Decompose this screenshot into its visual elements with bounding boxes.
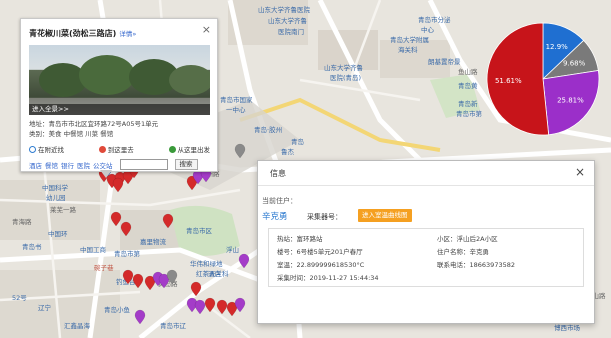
pie-slice-label: 51.61%: [495, 77, 522, 85]
map-marker-icon[interactable]: [132, 273, 144, 289]
close-icon[interactable]: ×: [575, 165, 585, 179]
route-from-label: 从这里出发: [177, 146, 211, 154]
map-marker-icon[interactable]: [238, 253, 250, 269]
link-restaurant[interactable]: 餐馆: [45, 160, 58, 170]
map-marker-icon[interactable]: [166, 269, 178, 285]
pie-slice-label: 25.81%: [557, 96, 584, 104]
map-marker-icon[interactable]: [234, 143, 246, 159]
heat-station: 热站：富环路站: [277, 235, 323, 243]
map-pin-icon: [98, 145, 106, 153]
poi-actions: 在附近找 到这里去 从这里出发: [29, 143, 210, 155]
info-row: 室温：22.899999618530°C 联系电话：18663973582: [269, 259, 583, 271]
route-to-label: 到这里去: [107, 146, 134, 154]
route-from-button[interactable]: 从这里出发: [168, 143, 211, 155]
room-temperature: 室温：22.899999618530°C: [277, 261, 365, 269]
info-row: 楼号：6号楼5单元201户春厅 住户名称：辛克勇: [269, 246, 583, 258]
temperature-curve-button[interactable]: 进入室温曲线图: [358, 209, 412, 222]
pie-slice-label: 12.9%: [546, 43, 569, 51]
resident-name: 住户名称：辛克勇: [437, 248, 489, 256]
link-bank[interactable]: 银行: [61, 160, 74, 170]
map-marker-icon[interactable]: [190, 281, 202, 297]
map-marker-icon[interactable]: [112, 177, 124, 193]
info-row: 采集时间：2019-11-27 15:44:34: [269, 272, 583, 284]
resident-info-dialog: 信息 × 当前住户： 辛克勇 采集器号： 进入室温曲线图 热站：富环路站 小区：浮…: [257, 160, 595, 324]
poi-photo[interactable]: 进入全景>>: [29, 45, 210, 115]
search-icon: [29, 145, 36, 153]
route-start-icon: [168, 145, 176, 153]
collector-number-label: 采集器号：: [307, 213, 342, 221]
map-marker-icon[interactable]: [120, 221, 132, 237]
panorama-link[interactable]: 进入全景>>: [29, 104, 210, 115]
map-marker-icon[interactable]: [134, 309, 146, 325]
resident-name-tab[interactable]: 辛克勇: [262, 210, 288, 222]
dialog-header: 信息 ×: [258, 161, 594, 186]
resident-info-table: 热站：富环路站 小区：浮山后2A小区 楼号：6号楼5单元201户春厅 住户名称：辛克…: [268, 228, 584, 287]
poi-address: 地址：青岛市市北区宜环路72号A05号1单元: [29, 120, 159, 128]
popup-pointer: [100, 170, 112, 178]
close-icon[interactable]: ×: [202, 23, 211, 36]
route-to-button[interactable]: 到这里去: [98, 143, 134, 155]
poi-search-button[interactable]: 搜索: [174, 159, 198, 170]
nearby-label: 在附近找: [38, 146, 64, 154]
link-hotel[interactable]: 酒店: [29, 160, 42, 170]
stats-pie-chart: 12.9% 9.68% 25.81% 51.61%: [478, 14, 608, 146]
community: 小区：浮山后2A小区: [437, 235, 498, 243]
map-marker-icon[interactable]: [234, 297, 246, 313]
building: 楼号：6号楼5单元201户春厅: [277, 248, 363, 256]
map-marker-icon[interactable]: [110, 211, 122, 227]
poi-search-input[interactable]: [119, 159, 168, 170]
dialog-title: 信息: [270, 169, 286, 178]
poi-details-link[interactable]: 详情»: [119, 30, 136, 38]
collect-time: 采集时间：2019-11-27 15:44:34: [277, 274, 379, 282]
map-marker-icon[interactable]: [122, 269, 134, 285]
poi-popup: 青花椒川菜(劲松三路店) 详情» × 进入全景>> 地址：青岛市市北区宜环路72号…: [20, 18, 218, 172]
poi-title: 青花椒川菜(劲松三路店) 详情»: [29, 29, 137, 38]
current-resident-label: 当前住户：: [262, 197, 297, 205]
link-hospital[interactable]: 医院: [77, 160, 90, 170]
nearby-search-button[interactable]: 在附近找: [29, 143, 64, 155]
phone: 联系电话：18663973582: [437, 261, 515, 269]
map-marker-icon[interactable]: [162, 213, 174, 229]
map-marker-icon[interactable]: [216, 299, 228, 315]
info-row: 热站：富环路站 小区：浮山后2A小区: [269, 233, 583, 245]
link-bus-stop[interactable]: 公交站: [93, 160, 113, 170]
map-marker-icon[interactable]: [194, 299, 206, 315]
poi-category: 类别：美食 中餐馆 川菜 餐馆: [29, 130, 114, 138]
map-marker-icon[interactable]: [204, 297, 216, 313]
poi-quick-links: 酒店 餐馆 银行 医院 公交站 搜索: [29, 159, 198, 170]
poi-address-block: 地址：青岛市市北区宜环路72号A05号1单元 类别：美食 中餐馆 川菜 餐馆: [29, 119, 158, 139]
pie-slice-label: 9.68%: [563, 60, 586, 68]
